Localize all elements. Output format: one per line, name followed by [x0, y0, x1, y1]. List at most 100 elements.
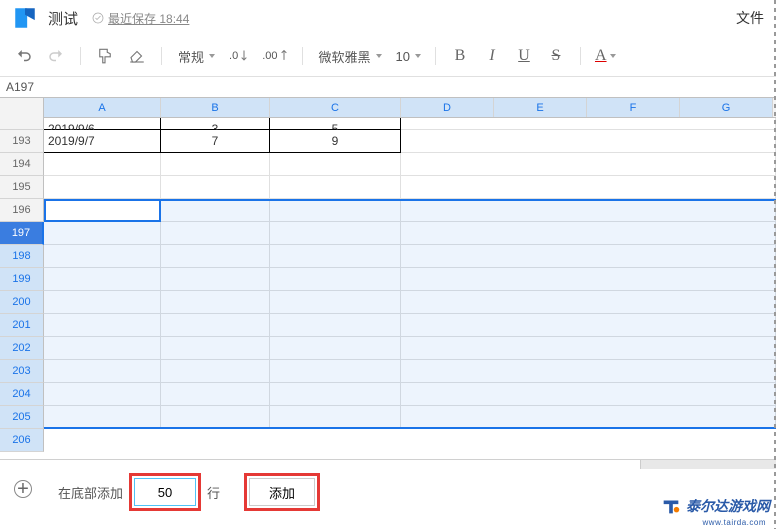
cell[interactable] [401, 130, 776, 153]
select-all-corner[interactable] [0, 98, 44, 118]
cell[interactable] [44, 383, 161, 406]
cell[interactable] [270, 337, 401, 360]
column-header[interactable]: D [401, 98, 494, 117]
cell[interactable] [161, 314, 270, 337]
cell[interactable] [161, 222, 270, 245]
cell[interactable] [401, 176, 776, 199]
increase-decimal-button[interactable]: .00 [256, 42, 291, 70]
cell[interactable]: 9 [270, 130, 401, 153]
cell[interactable]: 2019/9/6 [44, 118, 161, 130]
decrease-decimal-button[interactable]: .0 [223, 42, 252, 70]
row-header[interactable]: 195 [0, 176, 44, 199]
bold-button[interactable]: B [446, 42, 474, 70]
cell[interactable] [270, 268, 401, 291]
undo-button[interactable] [10, 42, 38, 70]
cell[interactable] [44, 268, 161, 291]
column-header[interactable]: F [587, 98, 680, 117]
cell[interactable]: 2019/9/7 [44, 130, 161, 153]
clear-format-button[interactable] [123, 42, 151, 70]
row-header[interactable]: 194 [0, 153, 44, 176]
font-color-button[interactable]: A [591, 42, 620, 70]
row-header[interactable]: 200 [0, 291, 44, 314]
cell[interactable] [270, 291, 401, 314]
cell[interactable] [401, 153, 776, 176]
row-header[interactable]: 193 [0, 130, 44, 153]
cell[interactable] [161, 337, 270, 360]
row-header[interactable]: 197 [0, 222, 44, 245]
row-header[interactable]: 203 [0, 360, 44, 383]
cell[interactable] [44, 153, 161, 176]
spreadsheet-grid[interactable]: A B C D E F G 193 194 195 196 197 198 19… [0, 98, 776, 460]
cell[interactable] [401, 314, 776, 337]
row-header[interactable]: 206 [0, 429, 44, 452]
cell[interactable] [401, 337, 776, 360]
cell[interactable] [401, 199, 776, 222]
column-header[interactable]: B [161, 98, 270, 117]
cell[interactable] [161, 176, 270, 199]
cell[interactable] [401, 222, 776, 245]
row-header[interactable]: 201 [0, 314, 44, 337]
cell[interactable] [270, 360, 401, 383]
cell[interactable] [270, 383, 401, 406]
column-header[interactable]: E [494, 98, 587, 117]
row-header[interactable]: 202 [0, 337, 44, 360]
cell[interactable] [161, 153, 270, 176]
cell[interactable] [401, 245, 776, 268]
row-header[interactable]: 205 [0, 406, 44, 429]
cell[interactable] [161, 291, 270, 314]
add-rows-button[interactable]: 添加 [249, 478, 315, 506]
redo-button[interactable] [42, 42, 70, 70]
cell[interactable] [161, 383, 270, 406]
cell[interactable]: 7 [161, 130, 270, 153]
cell[interactable] [270, 406, 401, 429]
file-menu[interactable]: 文件 [736, 8, 764, 28]
column-header[interactable]: A [44, 98, 161, 117]
cell[interactable] [270, 199, 401, 222]
format-painter-button[interactable] [91, 42, 119, 70]
cell[interactable] [401, 291, 776, 314]
strikethrough-button[interactable]: S [542, 42, 570, 70]
cell[interactable] [401, 118, 776, 130]
cell[interactable] [270, 222, 401, 245]
cell[interactable] [401, 406, 776, 429]
cell[interactable] [44, 291, 161, 314]
cell[interactable]: 5 [270, 118, 401, 130]
cell[interactable] [161, 245, 270, 268]
column-header[interactable]: C [270, 98, 401, 117]
row-header[interactable]: 198 [0, 245, 44, 268]
font-size-dropdown[interactable]: 10 [390, 42, 425, 70]
add-rows-input[interactable] [134, 478, 196, 506]
column-header[interactable]: G [680, 98, 773, 117]
italic-button[interactable]: I [478, 42, 506, 70]
cells-area[interactable]: 2019/9/6 3 5 2019/9/7 7 9 [44, 118, 776, 452]
cell[interactable] [44, 406, 161, 429]
cell[interactable] [270, 245, 401, 268]
cell[interactable] [44, 337, 161, 360]
name-box[interactable]: A197 [0, 80, 44, 94]
cell[interactable] [270, 176, 401, 199]
cell[interactable] [44, 199, 161, 222]
cell[interactable] [161, 360, 270, 383]
save-status[interactable]: 最近保存 18:44 [92, 10, 189, 27]
font-family-dropdown[interactable]: 微软雅黑 [313, 42, 386, 70]
row-header[interactable]: 196 [0, 199, 44, 222]
cell[interactable] [161, 406, 270, 429]
document-title[interactable]: 测试 [48, 8, 78, 29]
number-format-dropdown[interactable]: 常规 [172, 42, 219, 70]
cell[interactable] [44, 314, 161, 337]
row-header[interactable]: 204 [0, 383, 44, 406]
underline-button[interactable]: U [510, 42, 538, 70]
cell[interactable] [44, 222, 161, 245]
add-sheet-button[interactable]: + [14, 480, 32, 498]
cell[interactable] [401, 268, 776, 291]
row-header[interactable] [0, 118, 44, 130]
cell[interactable] [401, 360, 776, 383]
cell[interactable] [44, 245, 161, 268]
scrollbar-track[interactable] [640, 460, 776, 469]
cell[interactable] [270, 153, 401, 176]
cell[interactable] [401, 383, 776, 406]
cell[interactable] [270, 314, 401, 337]
cell[interactable] [44, 176, 161, 199]
cell[interactable] [44, 360, 161, 383]
row-header[interactable]: 199 [0, 268, 44, 291]
